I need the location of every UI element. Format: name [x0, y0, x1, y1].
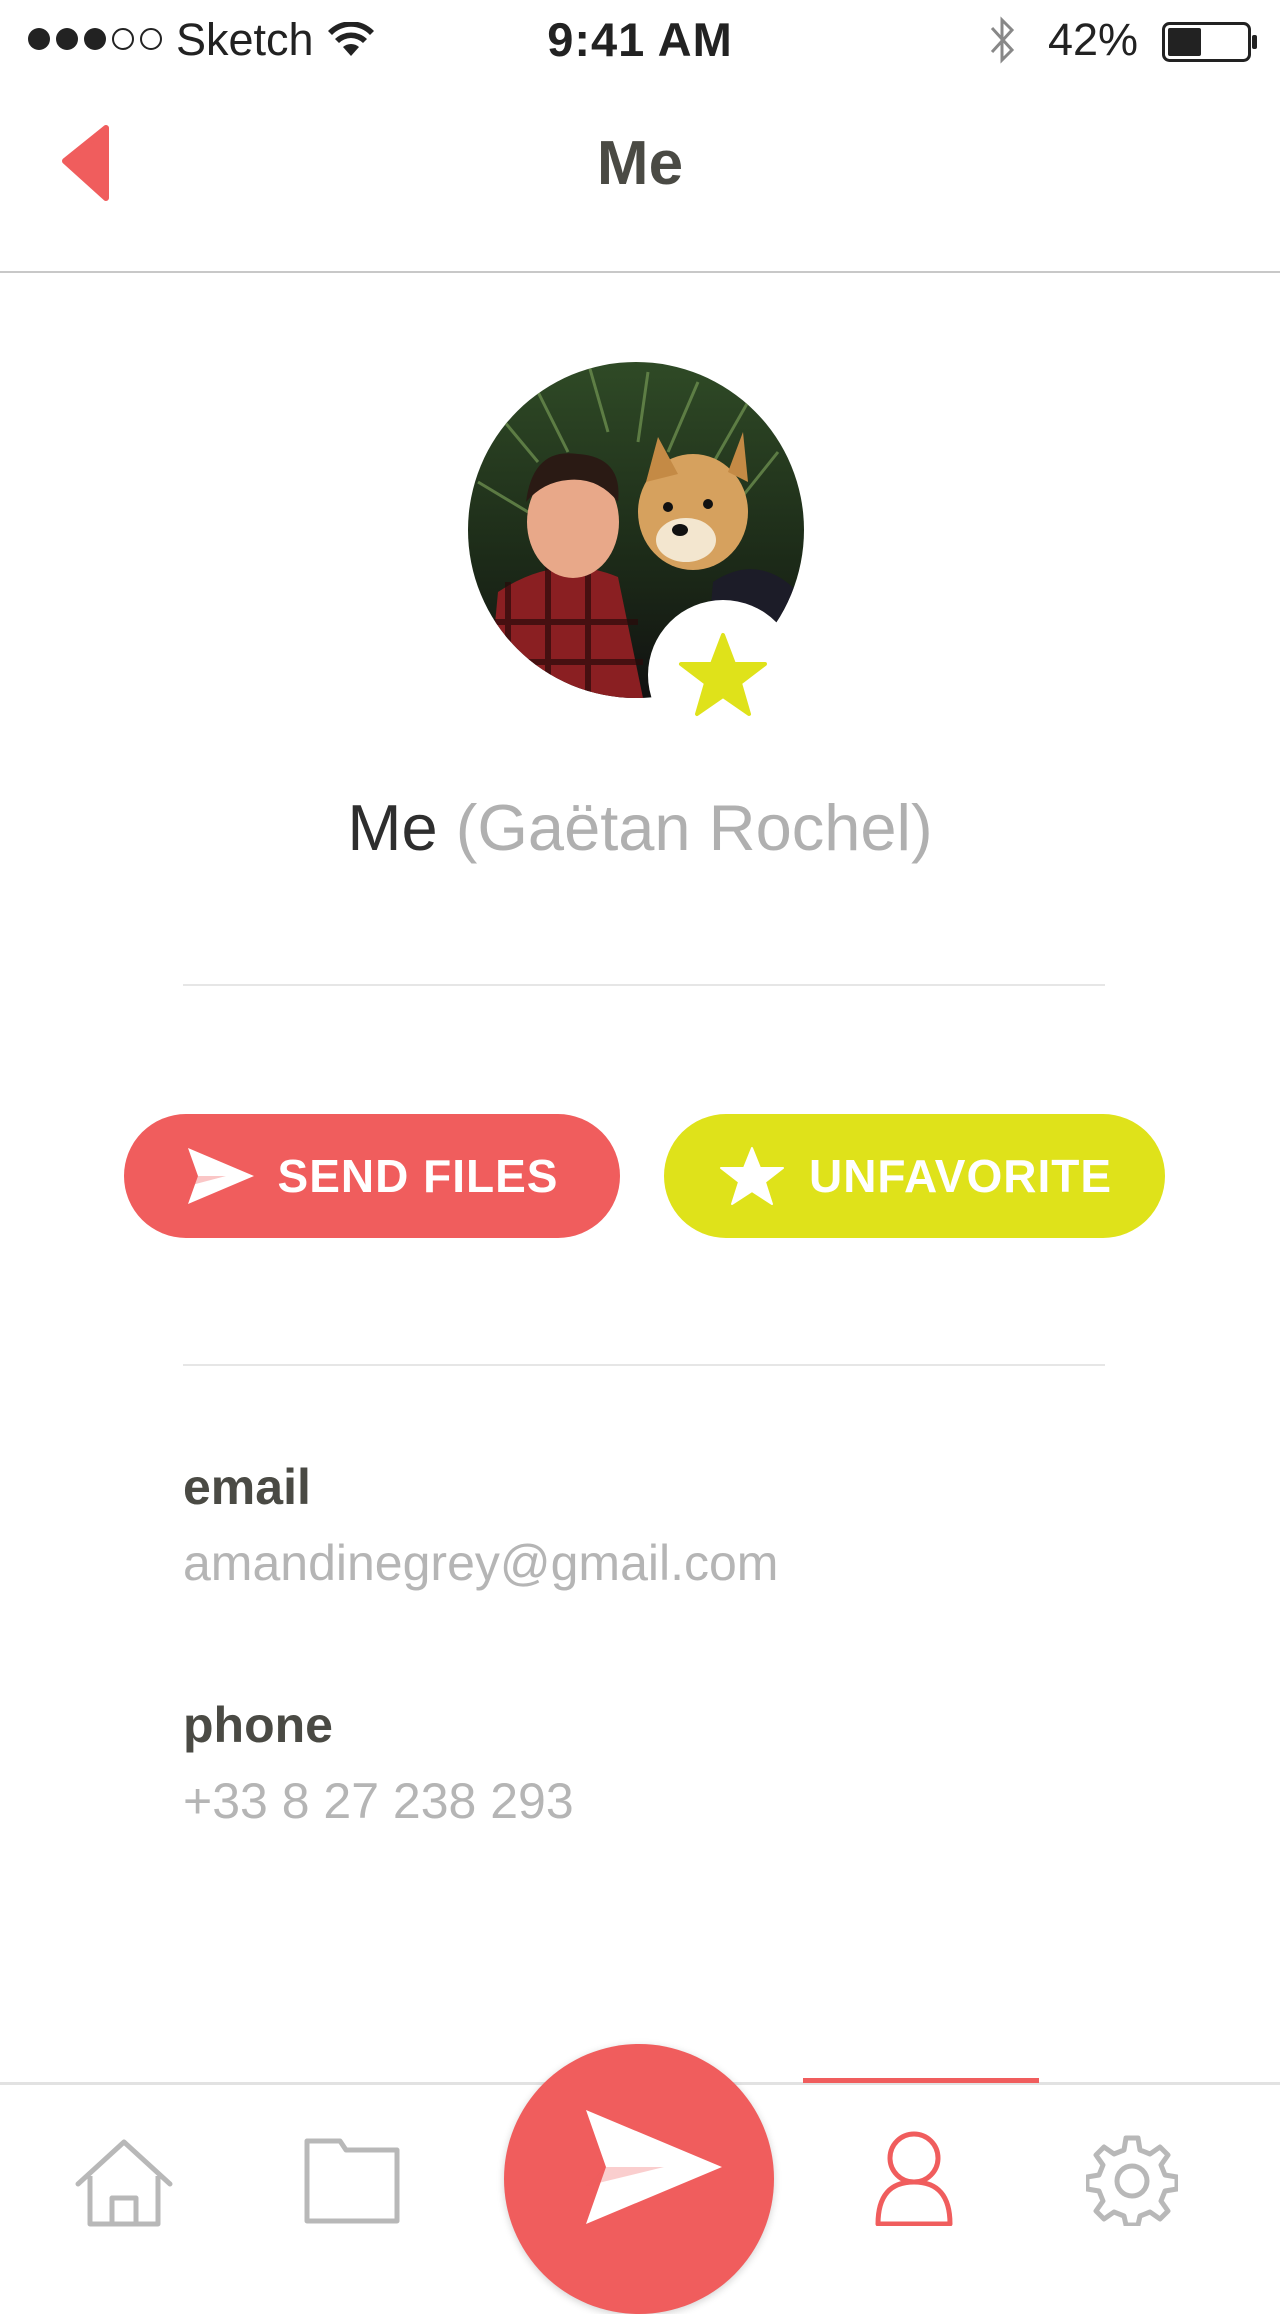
divider [183, 1364, 1105, 1366]
nav-divider [0, 271, 1280, 273]
gear-icon[interactable] [1086, 2134, 1178, 2226]
battery-percent: 42% [1048, 14, 1139, 65]
display-name: Me [347, 791, 438, 864]
email-label: email [183, 1459, 311, 1515]
email-value[interactable]: amandinegrey@gmail.com [183, 1534, 778, 1592]
divider [183, 984, 1105, 986]
send-fab-button[interactable] [504, 2044, 774, 2314]
full-name: (Gaëtan Rochel) [455, 791, 933, 864]
active-tab-indicator [803, 2078, 1039, 2083]
status-bar: Sketch 9:41 AM 42% [0, 0, 1280, 80]
favorite-badge [648, 600, 798, 750]
star-icon [679, 633, 767, 716]
unfavorite-label: UNFAVORITE [808, 1150, 1113, 1202]
phone-label: phone [183, 1697, 333, 1753]
page-title: Me [596, 129, 684, 198]
send-files-button[interactable]: SEND FILES [124, 1114, 620, 1238]
user-icon[interactable] [874, 2130, 954, 2226]
battery-icon [1162, 22, 1257, 62]
bluetooth-icon [990, 16, 1015, 64]
star-icon [719, 1147, 784, 1205]
home-icon[interactable] [72, 2136, 176, 2228]
paper-plane-icon [586, 2110, 722, 2224]
phone-value[interactable]: +33 8 27 238 293 [183, 1772, 574, 1830]
contact-name: Me (Gaëtan Rochel) [0, 790, 1280, 865]
folder-icon[interactable] [304, 2138, 400, 2224]
unfavorite-button[interactable]: UNFAVORITE [664, 1114, 1165, 1238]
send-files-label: SEND FILES [277, 1150, 559, 1202]
paper-plane-icon [187, 1148, 254, 1204]
